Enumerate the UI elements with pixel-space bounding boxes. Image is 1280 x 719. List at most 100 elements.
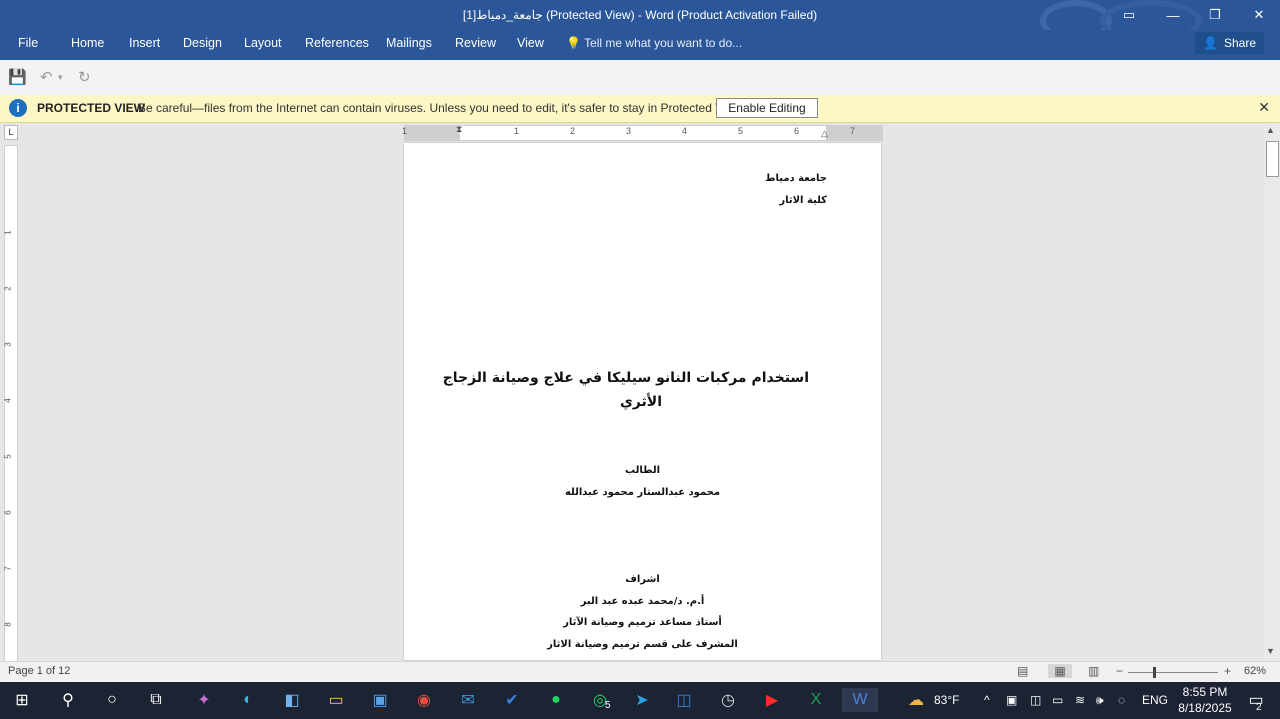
ruler-number: 8 — [3, 622, 13, 627]
taskbar: ⊞ ⚲ ○ ⧉ ✦ ◐ ◧ ▭ ▣ ◉ ✉ ✔ ● ◎ 5 ➤ ◫ ◷ ▶ X … — [0, 682, 1280, 719]
ruler-number: 4 — [682, 126, 688, 136]
protected-view-message: Be careful—files from the Internet can c… — [138, 101, 744, 115]
ruler-number: 7 — [850, 126, 856, 136]
ruler-number: 2 — [3, 286, 13, 291]
scroll-down-icon[interactable]: ▼ — [1266, 646, 1275, 656]
tab-view[interactable]: View — [517, 36, 544, 50]
zoom-level[interactable]: 62% — [1244, 665, 1266, 677]
word-icon[interactable]: W — [842, 688, 878, 712]
ruler-number: 3 — [626, 126, 632, 136]
ruler-number: 1 — [402, 126, 408, 136]
title-bar: جامعة_دمياط[1] (Protected View) - Word (… — [0, 0, 1280, 42]
undo-dropdown-icon[interactable]: ▾ — [58, 72, 63, 83]
tab-mailings[interactable]: Mailings — [386, 36, 432, 50]
tab-layout[interactable]: Layout — [244, 36, 282, 50]
weather-icon[interactable]: ☁ — [902, 688, 930, 712]
tab-file[interactable]: File — [18, 36, 38, 50]
ruler-number: 5 — [3, 454, 13, 459]
ruler-number: 1 — [514, 126, 520, 136]
windows-start-icon[interactable]: ⊞ — [8, 688, 36, 712]
telegram-icon[interactable]: ➤ — [628, 688, 656, 712]
web-layout-icon[interactable]: ▥ — [1088, 664, 1099, 678]
share-button[interactable]: 👤 Share — [1195, 32, 1264, 54]
close-button[interactable]: ✕ — [1237, 0, 1280, 30]
tab-references[interactable]: References — [305, 36, 369, 50]
undo-icon[interactable]: ↶ — [40, 68, 53, 86]
ruler-number: 1 — [3, 230, 13, 235]
maximize-button[interactable]: ❐ — [1193, 0, 1237, 30]
store-icon[interactable]: ▣ — [366, 688, 394, 712]
supervisor-name: أ.م. د/محمد عبده عبد البر — [580, 596, 705, 607]
system-clock[interactable]: 8:55 PM 8/18/2025 — [1170, 684, 1240, 716]
tab-home[interactable]: Home — [71, 36, 104, 50]
task-view-icon[interactable]: ⧉ — [142, 688, 170, 712]
status-bar: Page 1 of 12 ▤ ▦ ▥ − + 62% — [0, 661, 1280, 683]
indent-marker-icon[interactable]: ⧗ — [456, 124, 462, 135]
quick-access-toolbar: 💾 ↶ ▾ ↻ — [0, 60, 1280, 96]
minimize-button[interactable]: — — [1151, 0, 1195, 30]
vpn-icon[interactable]: ◌ — [1118, 693, 1125, 707]
share-label: Share — [1223, 36, 1256, 50]
ruler-number: 5 — [738, 126, 744, 136]
language-indicator[interactable]: ENG — [1142, 693, 1168, 707]
supervisor-role: المشرف على قسم ترميم وصيانة الاثار — [547, 639, 738, 650]
supervision-label: اشراف — [625, 574, 660, 585]
ruler-left-margin — [405, 126, 460, 140]
tab-selector[interactable]: L — [4, 125, 18, 140]
ruler-number: 6 — [794, 126, 800, 136]
redo-icon[interactable]: ↻ — [78, 68, 91, 86]
read-mode-icon[interactable]: ▤ — [1017, 664, 1028, 678]
lightbulb-icon: 💡 — [566, 36, 581, 50]
close-icon[interactable]: ✕ — [1258, 99, 1270, 116]
file-explorer-icon[interactable]: ▭ — [322, 688, 350, 712]
meet-now-icon[interactable]: ◫ — [1030, 693, 1041, 707]
clock-date: 8/18/2025 — [1178, 701, 1232, 715]
ruler-number: 6 — [3, 510, 13, 515]
ribbon-display-options-icon[interactable]: ▭ — [1107, 0, 1151, 30]
tab-insert[interactable]: Insert — [129, 36, 160, 50]
youtube-icon[interactable]: ▶ — [758, 688, 786, 712]
temperature[interactable]: 83°F — [934, 693, 959, 707]
ruler-number: 4 — [3, 398, 13, 403]
search-icon[interactable]: ⚲ — [54, 688, 82, 712]
app-icon[interactable]: ◧ — [278, 688, 306, 712]
excel-icon[interactable]: X — [802, 688, 830, 712]
scroll-thumb[interactable] — [1266, 141, 1279, 177]
vertical-ruler[interactable]: 1 2 3 4 5 6 7 8 — [4, 145, 18, 662]
supervisor-title: أستاذ مساعد ترميم وصيانة الآثار — [563, 617, 722, 628]
save-icon[interactable]: 💾 — [8, 68, 27, 86]
scroll-up-icon[interactable]: ▲ — [1266, 125, 1275, 135]
outlook-icon[interactable]: ◫ — [670, 688, 698, 712]
spotify-icon[interactable]: ● — [542, 688, 570, 712]
tab-review[interactable]: Review — [455, 36, 496, 50]
right-indent-marker-icon[interactable]: △ — [821, 128, 828, 139]
zoom-slider[interactable] — [1128, 667, 1218, 678]
cortana-icon[interactable]: ○ — [98, 688, 126, 712]
horizontal-ruler[interactable]: 1 1 2 3 4 5 6 7 ⧗ △ — [402, 124, 883, 141]
vertical-scrollbar[interactable]: ▲ ▼ — [1264, 123, 1280, 661]
clock-app-icon[interactable]: ◷ — [714, 688, 742, 712]
battery-icon[interactable]: ▭ — [1052, 693, 1063, 707]
zoom-slider-knob[interactable] — [1153, 667, 1156, 678]
tray-overflow-icon[interactable]: ^ — [984, 693, 990, 707]
document-page[interactable]: جامعة دمياط كلية الاثار استخدام مركبات ا… — [404, 143, 881, 660]
mail-icon[interactable]: ✉ — [454, 688, 482, 712]
zoom-out-button[interactable]: − — [1116, 664, 1123, 678]
edge-icon[interactable]: ◐ — [234, 688, 262, 712]
zoom-in-button[interactable]: + — [1224, 664, 1231, 678]
enable-editing-button[interactable]: Enable Editing — [716, 98, 818, 118]
student-label: الطالب — [624, 465, 661, 476]
copilot-icon[interactable]: ✦ — [190, 688, 218, 712]
page-count[interactable]: Page 1 of 12 — [8, 665, 70, 677]
volume-icon[interactable]: 🕪 — [1096, 693, 1104, 708]
tray-app-icon[interactable]: ▣ — [1006, 693, 1017, 707]
print-layout-icon[interactable]: ▦ — [1048, 664, 1072, 678]
window-title: جامعة_دمياط[1] (Protected View) - Word (… — [462, 8, 818, 22]
todo-icon[interactable]: ✔ — [498, 688, 526, 712]
tab-design[interactable]: Design — [183, 36, 222, 50]
protected-view-label: PROTECTED VIEW — [37, 101, 146, 115]
chrome-icon[interactable]: ◉ — [410, 688, 438, 712]
wifi-icon[interactable]: ≋ — [1075, 693, 1085, 707]
tell-me-search[interactable]: 💡 Tell me what you want to do... — [566, 36, 742, 50]
faculty-name: كلية الاثار — [779, 195, 827, 206]
